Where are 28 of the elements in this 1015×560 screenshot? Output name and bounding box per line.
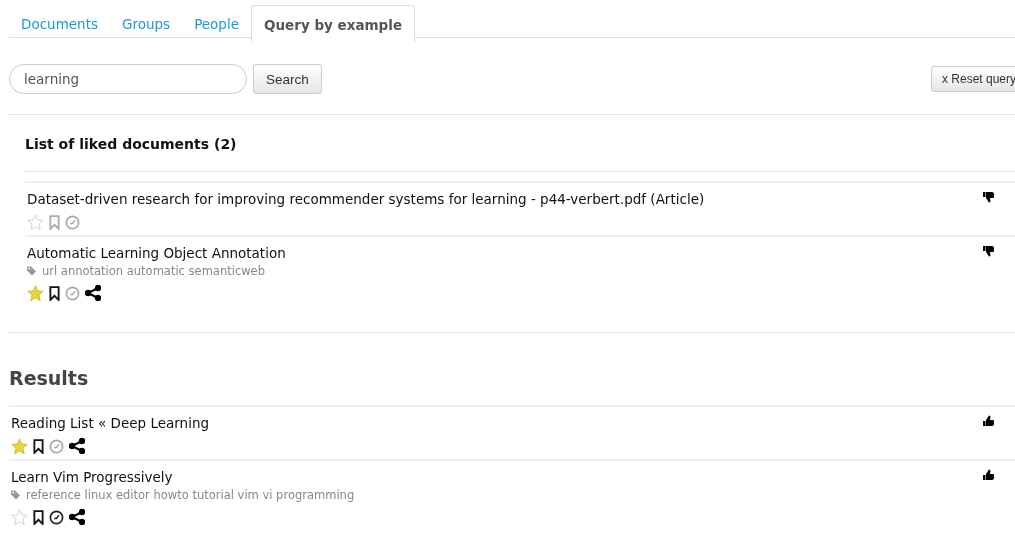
document-title[interactable]: Learn Vim Progressively <box>11 469 173 485</box>
thumbs-up-icon[interactable] <box>983 415 995 427</box>
bookmark-icon[interactable] <box>33 509 44 525</box>
search-field[interactable]: learning <box>9 64 247 94</box>
section-heading: Results <box>8 366 90 391</box>
star-icon[interactable] <box>11 437 28 455</box>
star-icon[interactable] <box>27 213 44 231</box>
star-icon[interactable] <box>11 508 28 526</box>
search-button[interactable]: Search <box>253 64 322 94</box>
document-tags: url annotation automatic semanticweb <box>42 264 265 278</box>
tag-icon <box>27 266 37 276</box>
thumbs-down-icon[interactable] <box>983 191 995 203</box>
clock-icon[interactable] <box>49 509 64 525</box>
share-icon[interactable] <box>69 438 85 454</box>
star-icon[interactable] <box>27 284 44 302</box>
thumbs-down-icon[interactable] <box>983 245 995 257</box>
bookmark-icon[interactable] <box>49 285 60 301</box>
document-tags: reference linux editor howto tutorial vim vi programming <box>26 488 355 502</box>
section-heading: List of liked documents (2) <box>25 115 1015 172</box>
share-icon[interactable] <box>85 285 101 301</box>
thumbs-up-icon[interactable] <box>983 469 995 481</box>
tag-icon <box>11 490 21 500</box>
share-icon[interactable] <box>69 509 85 525</box>
document-title[interactable]: Dataset-driven research for improving recommender systems for learning - p44-verbert.pdf (Article) <box>27 191 705 207</box>
tab[interactable]: Query by example <box>251 5 416 43</box>
bookmark-icon[interactable] <box>33 438 44 454</box>
document-title[interactable]: Automatic Learning Object Annotation <box>27 245 286 261</box>
document-title[interactable]: Reading List « Deep Learning <box>11 415 209 431</box>
